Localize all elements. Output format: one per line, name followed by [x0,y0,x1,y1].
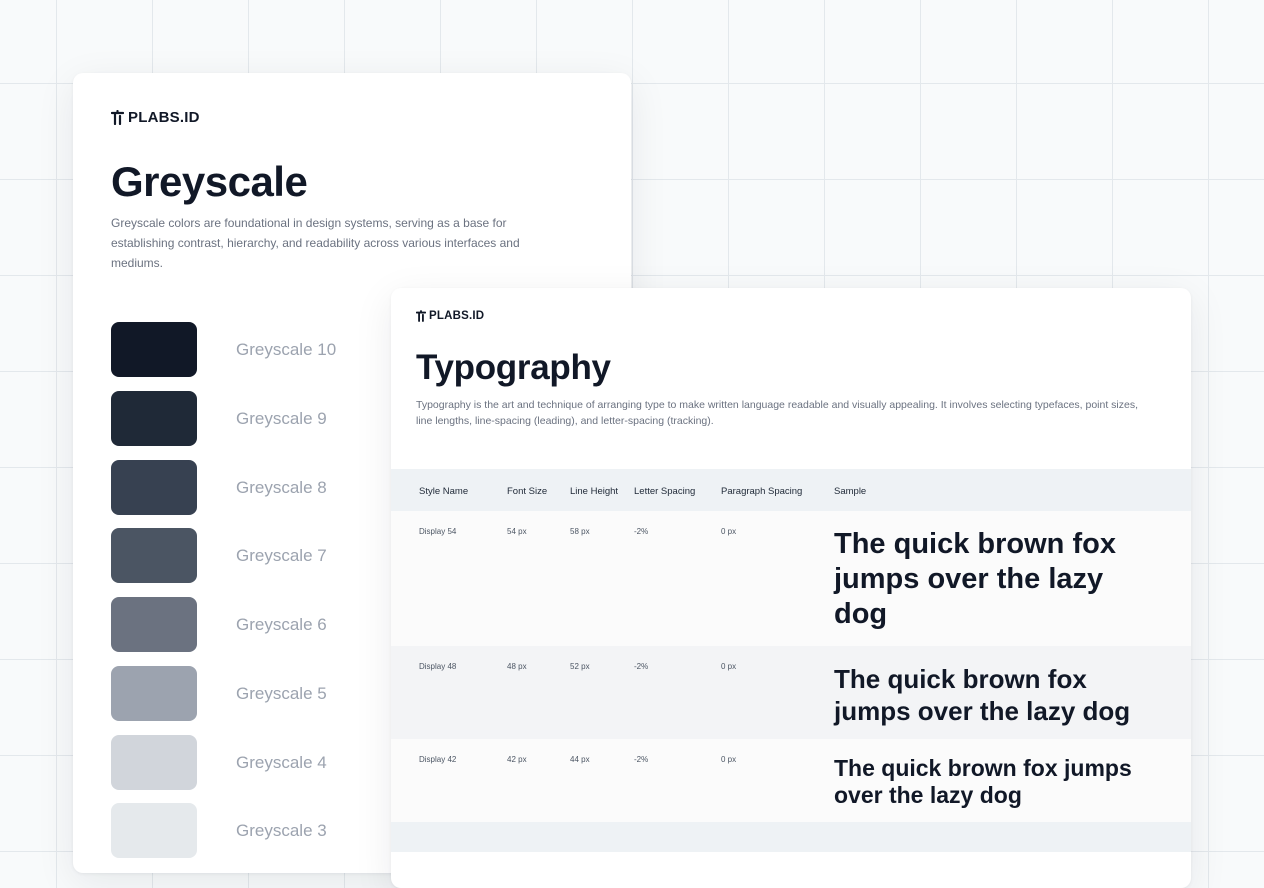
color-swatch [111,528,197,583]
color-swatch [111,803,197,858]
color-swatch [111,735,197,790]
typography-card: PLABS.ID Typography Typography is the ar… [391,288,1191,888]
swatch-row: Greyscale 5 [111,666,327,721]
color-swatch [111,597,197,652]
column-header: Font Size [507,486,548,497]
brand-name: PLABS.ID [128,109,200,126]
letter-spacing-cell: -2% [634,755,649,764]
line-height-cell: 44 px [570,755,590,764]
table-row: Display 54 54 px 58 px -2% 0 px The quic… [391,511,1191,646]
column-header: Letter Spacing [634,486,696,497]
letter-spacing-cell: -2% [634,662,649,671]
page-title: Typography [416,348,611,387]
typography-table: Style Name Font Size Line Height Letter … [391,469,1191,852]
page-description: Greyscale colors are foundational in des… [111,216,520,270]
style-name-cell: Display 42 [419,755,457,764]
font-size-cell: 48 px [507,662,527,671]
sample-text: The quick brown fox jumps over the lazy … [834,528,1116,630]
font-size-cell: 54 px [507,527,527,536]
color-swatch [111,322,197,377]
swatch-row: Greyscale 3 [111,803,327,858]
paragraph-spacing-cell: 0 px [721,662,737,671]
column-header: Sample [834,486,867,497]
color-swatch [111,391,197,446]
swatch-row: Greyscale 7 [111,528,327,583]
table-header: Style Name Font Size Line Height Letter … [391,469,1191,511]
column-header: Style Name [419,486,469,497]
column-header: Line Height [570,486,619,497]
swatch-label: Greyscale 5 [236,683,327,703]
table-row: Display 42 42 px 44 px -2% 0 px The quic… [391,739,1191,822]
swatch-label: Greyscale 6 [236,614,327,634]
sample-text: The quick brown fox jumps over the lazy … [834,755,1132,808]
line-height-cell: 58 px [570,527,590,536]
brand-logo: PLABS.ID [111,109,200,126]
swatch-row: Greyscale 4 [111,735,327,790]
swatch-label: Greyscale 7 [236,545,327,565]
brand-logo: PLABS.ID [416,310,484,322]
swatch-label: Greyscale 10 [236,339,337,359]
sample-text: The quick brown fox jumps over the lazy … [834,664,1131,726]
table-row-partial [391,822,1191,852]
swatch-label: Greyscale 9 [236,408,327,428]
style-name-cell: Display 48 [419,662,457,671]
column-header: Paragraph Spacing [721,486,803,497]
swatch-row: Greyscale 8 [111,460,327,515]
color-swatch [111,460,197,515]
table-row: Display 48 48 px 52 px -2% 0 px The quic… [391,646,1191,739]
font-size-cell: 42 px [507,755,527,764]
paragraph-spacing-cell: 0 px [721,755,737,764]
swatch-row: Greyscale 9 [111,391,327,446]
page-title: Greyscale [111,158,308,205]
swatch-label: Greyscale 4 [236,752,327,772]
paragraph-spacing-cell: 0 px [721,527,737,536]
color-swatch [111,666,197,721]
brand-name: PLABS.ID [429,310,485,322]
swatch-label: Greyscale 3 [236,820,327,840]
swatch-row: Greyscale 10 [111,322,336,377]
line-height-cell: 52 px [570,662,590,671]
swatch-row: Greyscale 6 [111,597,327,652]
swatch-label: Greyscale 8 [236,477,327,497]
plabs-logo-icon [111,110,124,125]
plabs-logo-icon [416,310,426,322]
letter-spacing-cell: -2% [634,527,649,536]
style-name-cell: Display 54 [419,527,457,536]
page-description: Typography is the art and technique of a… [416,399,1139,427]
